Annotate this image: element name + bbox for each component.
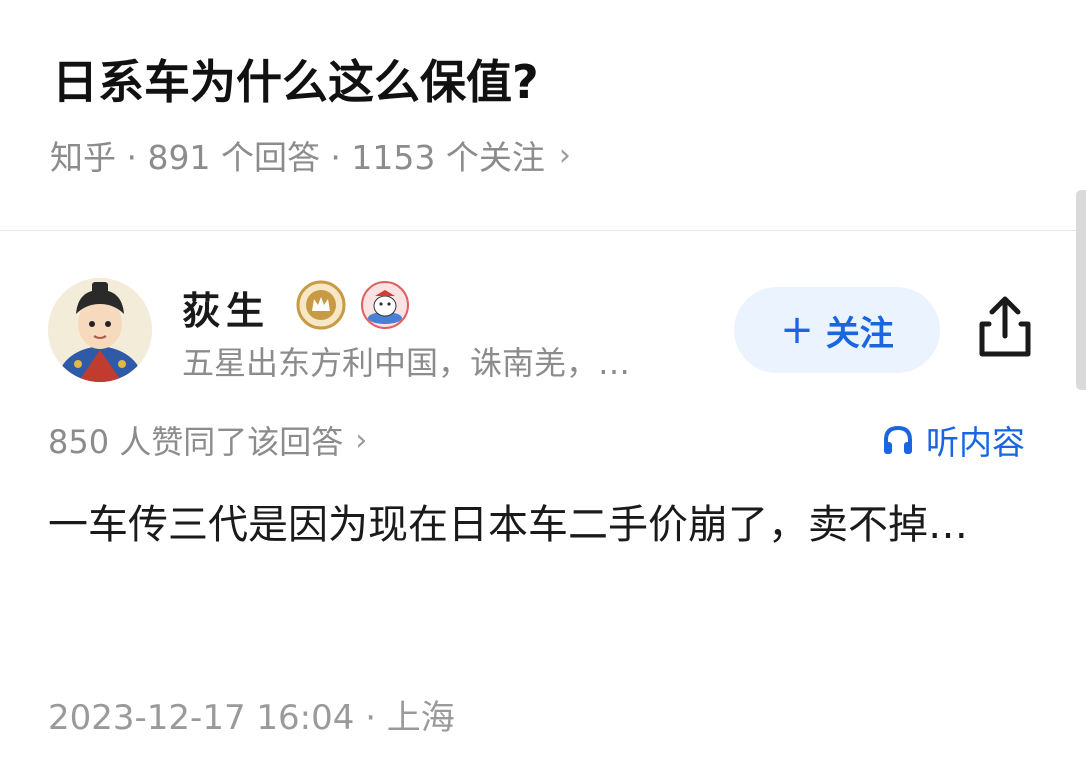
share-icon[interactable] [972, 292, 1038, 362]
question-meta[interactable]: 知乎 · 891 个回答 · 1153 个关注 › [50, 131, 571, 179]
follow-button[interactable]: + 关注 [734, 287, 940, 373]
upvote-summary[interactable]: 850 人赞同了该回答 › [48, 417, 367, 463]
author-name[interactable]: 荻生 [182, 280, 270, 335]
question-meta-text: 知乎 · 891 个回答 · 1153 个关注 [50, 138, 545, 177]
divider [0, 230, 1076, 231]
chevron-right-icon: › [558, 137, 571, 173]
author-bio: 五星出东方利中国，诛南羌，… [182, 344, 631, 382]
plus-icon: + [780, 307, 814, 353]
follow-label: 关注 [825, 313, 894, 354]
author-avatar[interactable] [48, 278, 152, 382]
listen-label: 听内容 [926, 423, 1025, 462]
listen-button[interactable]: 听内容 [880, 416, 1025, 464]
question-title[interactable]: 日系车为什么这么保值? [52, 46, 539, 112]
crown-badge-icon [296, 280, 346, 330]
upvote-count-text: 850 人赞同了该回答 [48, 423, 344, 461]
avatar-illustration [48, 278, 152, 382]
mascot-badge-icon [361, 281, 409, 329]
headphones-icon [884, 425, 912, 454]
scrollbar-thumb[interactable] [1076, 190, 1086, 390]
chevron-right-icon: › [355, 422, 368, 458]
answer-excerpt[interactable]: 一车传三代是因为现在日本车二手价崩了，卖不掉… [48, 490, 1048, 560]
answer-timestamp-location: 2023-12-17 16:04 · 上海 [48, 698, 455, 738]
